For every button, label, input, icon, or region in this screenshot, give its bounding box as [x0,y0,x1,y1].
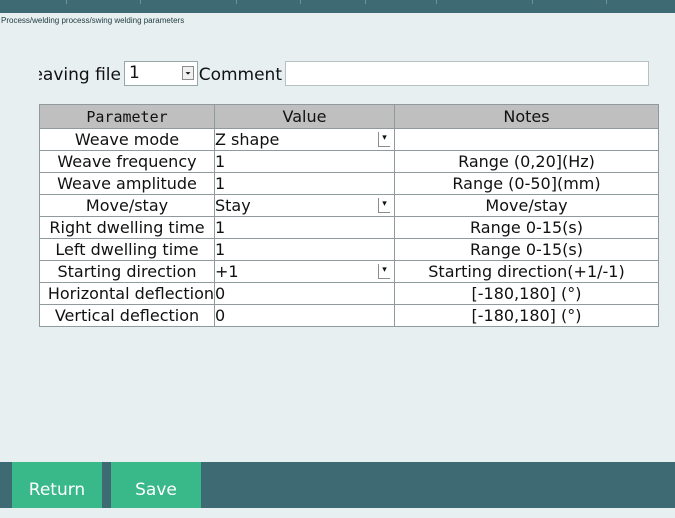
notes-cell: Move/stay [394,194,659,217]
table-row: Weave mode Z shape ▾ [39,128,659,151]
notes-cell [394,128,659,151]
parameter-name: Weave frequency [39,150,215,173]
parameter-name: Weave amplitude [39,172,215,195]
value-text: Stay [215,196,251,215]
parameter-name: Left dwelling time [39,238,215,261]
notes-cell: Range (0,20](Hz) [394,150,659,173]
notes-cell: Range (0-50](mm) [394,172,659,195]
chevron-down-icon[interactable]: ▾ [378,264,390,279]
value-dropdown[interactable]: +1 ▾ [214,260,395,283]
parameter-name: Horizontal deflection [39,282,215,305]
notes-cell: Range 0-15(s) [394,238,659,261]
tab-divider [606,0,607,4]
parameter-name: Right dwelling time [39,216,215,239]
tab-divider [532,0,533,4]
chevron-down-icon[interactable]: ▾ [378,198,390,213]
table-row: Left dwelling time 1 Range 0-15(s) [39,238,659,261]
value-input[interactable]: 1 [214,150,395,173]
value-input[interactable]: 0 [214,304,395,327]
parameter-name: Starting direction [39,260,215,283]
return-button[interactable]: Return [12,462,102,508]
table-row: Weave amplitude 1 Range (0-50](mm) [39,172,659,195]
tab-divider [300,0,301,4]
tab-divider [66,0,67,4]
parameter-table: Parameter Value Notes Weave mode Z shape… [39,104,659,327]
parameter-name: Vertical deflection [39,304,215,327]
tab-divider [365,0,366,4]
table-row: Starting direction +1 ▾ Starting directio… [39,260,659,283]
table-row: Move/stay Stay ▾ Move/stay [39,194,659,217]
table-header-row: Parameter Value Notes [39,104,659,129]
value-text: +1 [215,262,239,281]
value-dropdown[interactable]: Stay ▾ [214,194,395,217]
column-header-notes: Notes [394,104,659,129]
value-dropdown[interactable]: Z shape ▾ [214,128,395,151]
chevron-down-icon[interactable]: ▾ [378,132,390,147]
value-input[interactable]: 1 [214,238,395,261]
notes-cell: Starting direction(+1/-1) [394,260,659,283]
value-text: Z shape [215,130,280,149]
footer-bar: Return Save [0,462,675,508]
table-row: Weave frequency 1 Range (0,20](Hz) [39,150,659,173]
weaving-file-select[interactable]: 1 [124,61,198,86]
comment-label: Comment [199,65,282,85]
notes-cell: Range 0-15(s) [394,216,659,239]
title-bar [0,0,675,13]
save-button[interactable]: Save [111,462,201,508]
weaving-file-value: 1 [129,63,140,83]
table-row: Horizontal deflection 0 [-180,180] (°) [39,282,659,305]
comment-input[interactable] [285,61,649,86]
tab-divider [140,0,141,4]
value-input[interactable]: 1 [214,172,395,195]
chevron-down-icon[interactable] [182,66,194,80]
weaving-file-label: Weaving file [39,65,121,85]
breadcrumb: Process/welding process/swing welding pa… [1,16,185,25]
value-input[interactable]: 1 [214,216,395,239]
column-header-value: Value [214,104,395,129]
tab-divider [236,0,237,4]
notes-cell: [-180,180] (°) [394,282,659,305]
table-row: Vertical deflection 0 [-180,180] (°) [39,304,659,327]
parameter-name: Move/stay [39,194,215,217]
value-input[interactable]: 0 [214,282,395,305]
tab-divider [436,0,437,4]
parameter-name: Weave mode [39,128,215,151]
table-row: Right dwelling time 1 Range 0-15(s) [39,216,659,239]
notes-cell: [-180,180] (°) [394,304,659,327]
column-header-parameter: Parameter [39,104,215,129]
